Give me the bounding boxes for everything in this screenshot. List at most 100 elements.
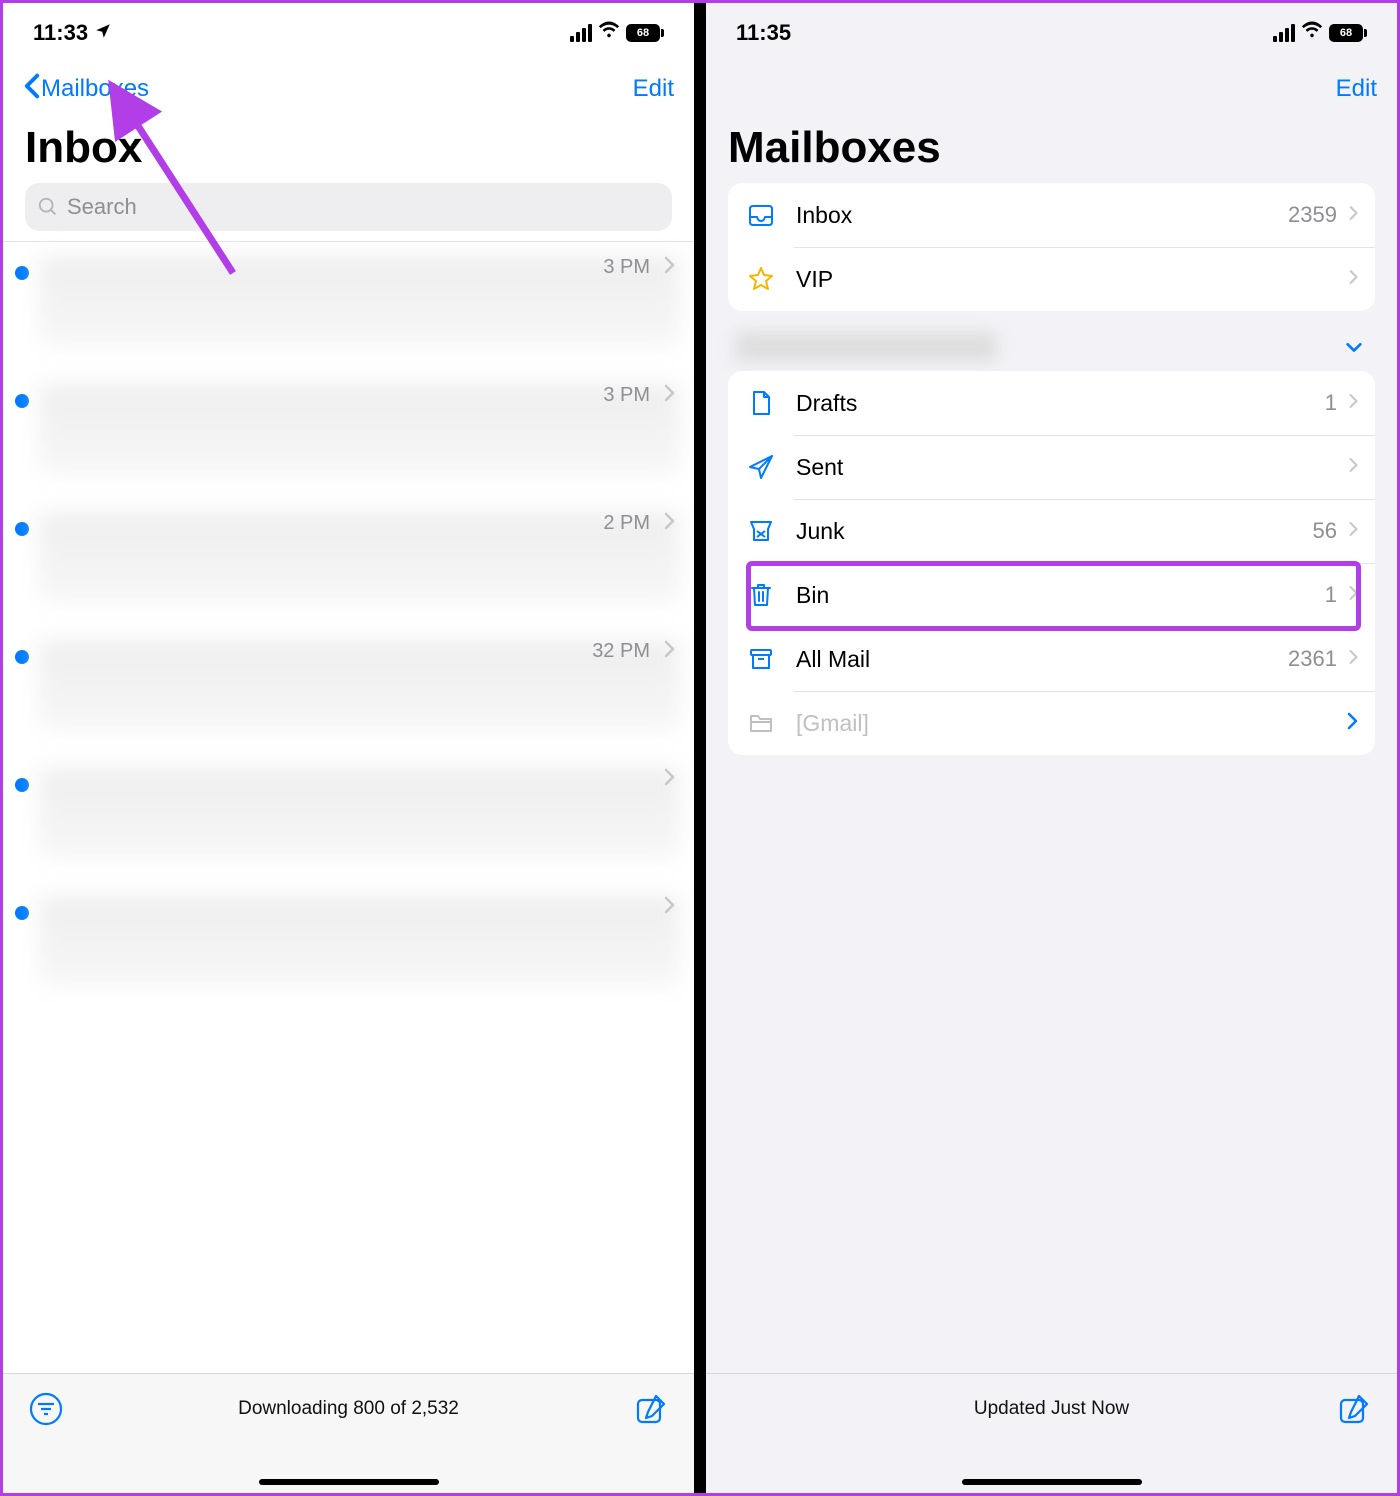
mailbox-row-junk[interactable]: Junk 56 xyxy=(728,499,1375,563)
sent-icon xyxy=(746,452,776,482)
location-icon xyxy=(94,20,112,46)
mailbox-row-bin[interactable]: Bin 1 xyxy=(728,563,1375,627)
mailbox-count: 2361 xyxy=(1288,646,1337,672)
account-name-redacted xyxy=(736,333,996,361)
status-bar: 11:33 68 xyxy=(3,3,694,63)
back-mailboxes-button[interactable]: Mailboxes xyxy=(23,73,149,106)
message-row[interactable]: 3 PM xyxy=(3,242,694,370)
mailbox-row-allmail[interactable]: All Mail 2361 xyxy=(728,627,1375,691)
chevron-right-icon xyxy=(664,256,676,279)
account-header[interactable] xyxy=(706,311,1397,371)
chevron-right-icon xyxy=(1349,649,1359,670)
bottom-toolbar: Updated Just Now xyxy=(706,1373,1397,1493)
toolbar-status: Downloading 800 of 2,532 xyxy=(63,1392,634,1420)
mailbox-row-inbox[interactable]: Inbox 2359 xyxy=(728,183,1375,247)
inbox-screen: 11:33 68 Mailboxes xyxy=(3,3,694,1493)
unread-dot-icon xyxy=(15,650,29,664)
mailbox-label: Sent xyxy=(796,454,1349,481)
home-indicator[interactable] xyxy=(259,1479,439,1485)
cellular-signal-icon xyxy=(570,24,592,42)
unread-dot-icon xyxy=(15,778,29,792)
status-time: 11:33 xyxy=(33,20,88,46)
mailbox-count: 1 xyxy=(1325,390,1337,416)
mailboxes-screen: 11:35 68 Edit Mailboxes Inbox 2359 xyxy=(706,3,1397,1493)
archive-icon xyxy=(746,644,776,674)
mailbox-row-gmail[interactable]: [Gmail] xyxy=(728,691,1375,755)
message-preview-redacted xyxy=(39,896,680,996)
page-title: Mailboxes xyxy=(706,115,1397,183)
search-icon xyxy=(37,196,59,218)
status-bar: 11:35 68 xyxy=(706,3,1397,63)
mailbox-label: Inbox xyxy=(796,202,1288,229)
message-time: 2 PM xyxy=(603,512,650,535)
home-indicator[interactable] xyxy=(962,1479,1142,1485)
chevron-right-icon xyxy=(664,896,676,919)
mailbox-label: VIP xyxy=(796,266,1349,293)
back-label: Mailboxes xyxy=(41,75,149,103)
chevron-right-icon xyxy=(1349,269,1359,290)
inbox-icon xyxy=(746,200,776,230)
message-row[interactable]: 3 PM xyxy=(3,370,694,498)
mailbox-label: Junk xyxy=(796,518,1313,545)
top-mailboxes-card: Inbox 2359 VIP xyxy=(728,183,1375,311)
chevron-right-icon xyxy=(1349,585,1359,606)
mailbox-count: 56 xyxy=(1313,518,1337,544)
status-time: 11:35 xyxy=(736,20,791,46)
chevron-right-icon xyxy=(1349,457,1359,478)
unread-dot-icon xyxy=(15,522,29,536)
compose-button[interactable] xyxy=(634,1392,668,1432)
message-time: 3 PM xyxy=(603,384,650,407)
search-placeholder: Search xyxy=(67,194,137,220)
compose-button[interactable] xyxy=(1337,1392,1371,1432)
nav-bar: Mailboxes Edit xyxy=(3,63,694,115)
account-mailboxes-card: Drafts 1 Sent Junk 56 Bin 1 All Mail 236… xyxy=(728,371,1375,755)
chevron-right-icon xyxy=(664,640,676,663)
filter-button[interactable] xyxy=(29,1392,63,1432)
message-row[interactable] xyxy=(3,882,694,1010)
junk-icon xyxy=(746,516,776,546)
message-list[interactable]: 3 PM 3 PM 2 PM 32 PM xyxy=(3,241,694,1010)
message-preview-redacted xyxy=(39,768,680,868)
mailbox-row-sent[interactable]: Sent xyxy=(728,435,1375,499)
message-time: 32 PM xyxy=(592,640,650,663)
edit-button[interactable]: Edit xyxy=(1336,75,1377,103)
search-input[interactable]: Search xyxy=(25,183,672,231)
draft-icon xyxy=(746,388,776,418)
battery-icon: 68 xyxy=(626,24,664,42)
folder-icon xyxy=(746,708,776,738)
mailbox-count: 2359 xyxy=(1288,202,1337,228)
battery-icon: 68 xyxy=(1329,24,1367,42)
message-row[interactable] xyxy=(3,754,694,882)
cellular-signal-icon xyxy=(1273,24,1295,42)
bottom-toolbar: Downloading 800 of 2,532 xyxy=(3,1373,694,1493)
wifi-icon xyxy=(1301,19,1323,47)
mailbox-row-vip[interactable]: VIP xyxy=(728,247,1375,311)
chevron-right-icon xyxy=(1349,205,1359,226)
message-row[interactable]: 32 PM xyxy=(3,626,694,754)
mailbox-label: Bin xyxy=(796,582,1325,609)
chevron-right-icon xyxy=(1349,521,1359,542)
page-title: Inbox xyxy=(3,115,694,183)
message-time: 3 PM xyxy=(603,256,650,279)
unread-dot-icon xyxy=(15,266,29,280)
chevron-right-icon xyxy=(1347,712,1359,735)
mailbox-label: [Gmail] xyxy=(796,710,1347,737)
chevron-down-icon[interactable] xyxy=(1345,336,1363,359)
mailbox-row-drafts[interactable]: Drafts 1 xyxy=(728,371,1375,435)
message-row[interactable]: 2 PM xyxy=(3,498,694,626)
nav-bar: Edit xyxy=(706,63,1397,115)
unread-dot-icon xyxy=(15,394,29,408)
mailbox-label: All Mail xyxy=(796,646,1288,673)
message-preview-redacted xyxy=(39,640,680,740)
star-icon xyxy=(746,264,776,294)
mailbox-label: Drafts xyxy=(796,390,1325,417)
wifi-icon xyxy=(598,19,620,47)
unread-dot-icon xyxy=(15,906,29,920)
toolbar-status: Updated Just Now xyxy=(766,1392,1337,1420)
message-preview-redacted xyxy=(39,512,680,612)
message-preview-redacted xyxy=(39,256,680,356)
chevron-right-icon xyxy=(664,384,676,407)
trash-icon xyxy=(746,580,776,610)
edit-button[interactable]: Edit xyxy=(633,75,674,103)
chevron-right-icon xyxy=(664,768,676,791)
